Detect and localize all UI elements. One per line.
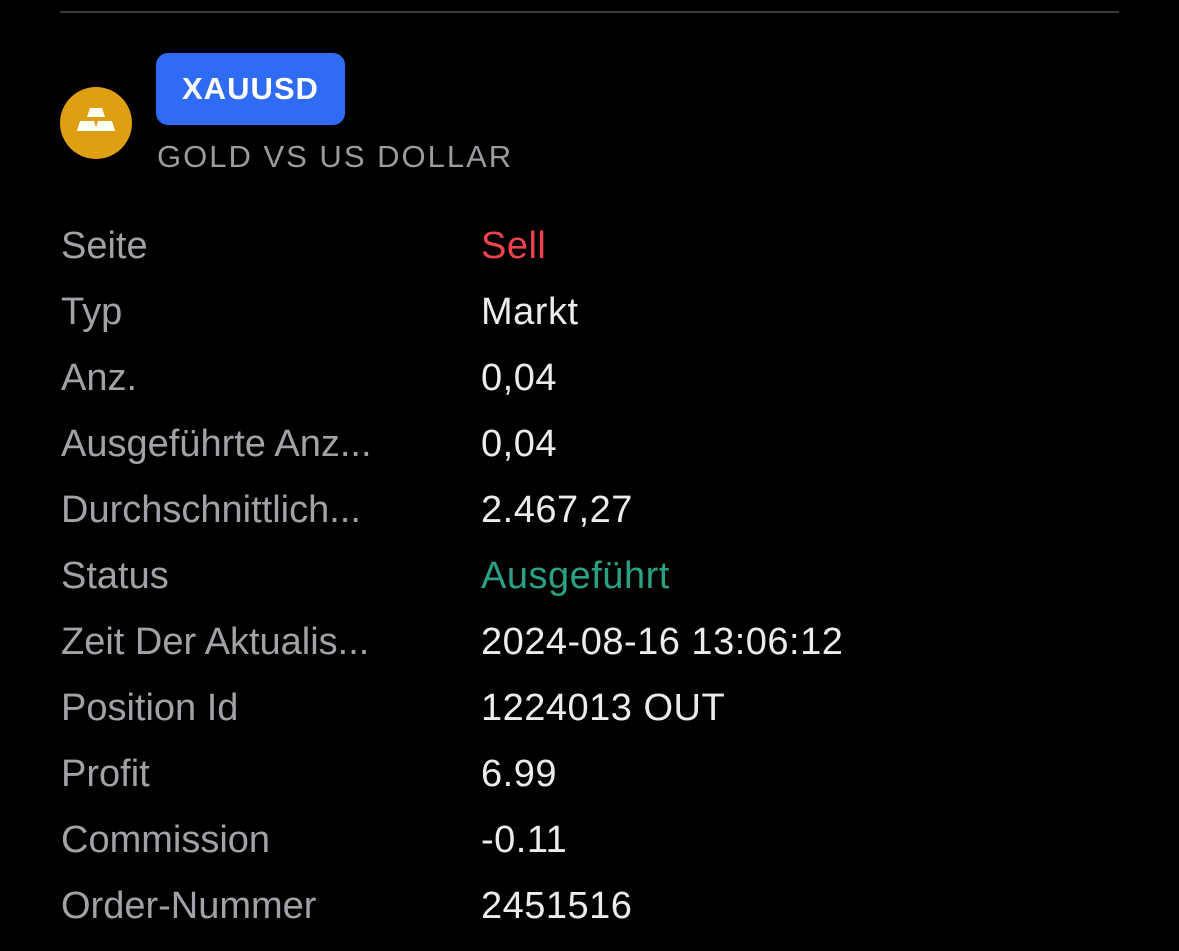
detail-label: Profit xyxy=(61,753,150,795)
detail-label: Typ xyxy=(61,291,123,333)
average-price-value: 2.467,27 xyxy=(481,489,633,531)
detail-row-update-time: Zeit Der Aktualis... 2024-08-16 13:06:12 xyxy=(61,609,1119,675)
executed-quantity-value: 0,04 xyxy=(481,423,557,465)
quantity-value: 0,04 xyxy=(481,357,557,399)
status-value: Ausgeführt xyxy=(481,555,670,597)
order-details: Seite Sell Typ Markt Anz. 0,04 Ausgeführ… xyxy=(61,213,1119,939)
detail-label: Commission xyxy=(61,819,271,861)
detail-label: Zeit Der Aktualis... xyxy=(61,621,370,663)
gold-bars-icon xyxy=(60,87,132,159)
detail-label: Order-Nummer xyxy=(61,885,317,927)
profit-value: 6.99 xyxy=(481,753,557,795)
position-id-value: 1224013 OUT xyxy=(481,687,726,729)
commission-value: -0.11 xyxy=(481,819,568,861)
update-time-value: 2024-08-16 13:06:12 xyxy=(481,621,844,663)
detail-label: Anz. xyxy=(61,357,138,399)
detail-row-type: Typ Markt xyxy=(61,279,1119,345)
detail-row-order-number: Order-Nummer 2451516 xyxy=(61,873,1119,939)
detail-row-profit: Profit 6.99 xyxy=(61,741,1119,807)
detail-label: Seite xyxy=(61,225,148,267)
detail-label: Durchschnittlich... xyxy=(61,489,361,531)
type-value: Markt xyxy=(481,291,579,333)
detail-row-average-price: Durchschnittlich... 2.467,27 xyxy=(61,477,1119,543)
top-divider xyxy=(60,11,1119,13)
detail-label: Ausgeführte Anz... xyxy=(61,423,372,465)
detail-row-commission: Commission -0.11 xyxy=(61,807,1119,873)
detail-label: Position Id xyxy=(61,687,239,729)
symbol-description: GOLD VS US DOLLAR xyxy=(157,139,514,174)
order-number-value: 2451516 xyxy=(481,885,633,927)
detail-row-executed-quantity: Ausgeführte Anz... 0,04 xyxy=(61,411,1119,477)
symbol-badge: XAUUSD xyxy=(156,53,345,125)
instrument-header: XAUUSD GOLD VS US DOLLAR xyxy=(60,53,1119,183)
detail-row-quantity: Anz. 0,04 xyxy=(61,345,1119,411)
detail-row-side: Seite Sell xyxy=(61,213,1119,279)
detail-row-status: Status Ausgeführt xyxy=(61,543,1119,609)
detail-label: Status xyxy=(61,555,169,597)
detail-row-position-id: Position Id 1224013 OUT xyxy=(61,675,1119,741)
side-value: Sell xyxy=(481,225,547,267)
